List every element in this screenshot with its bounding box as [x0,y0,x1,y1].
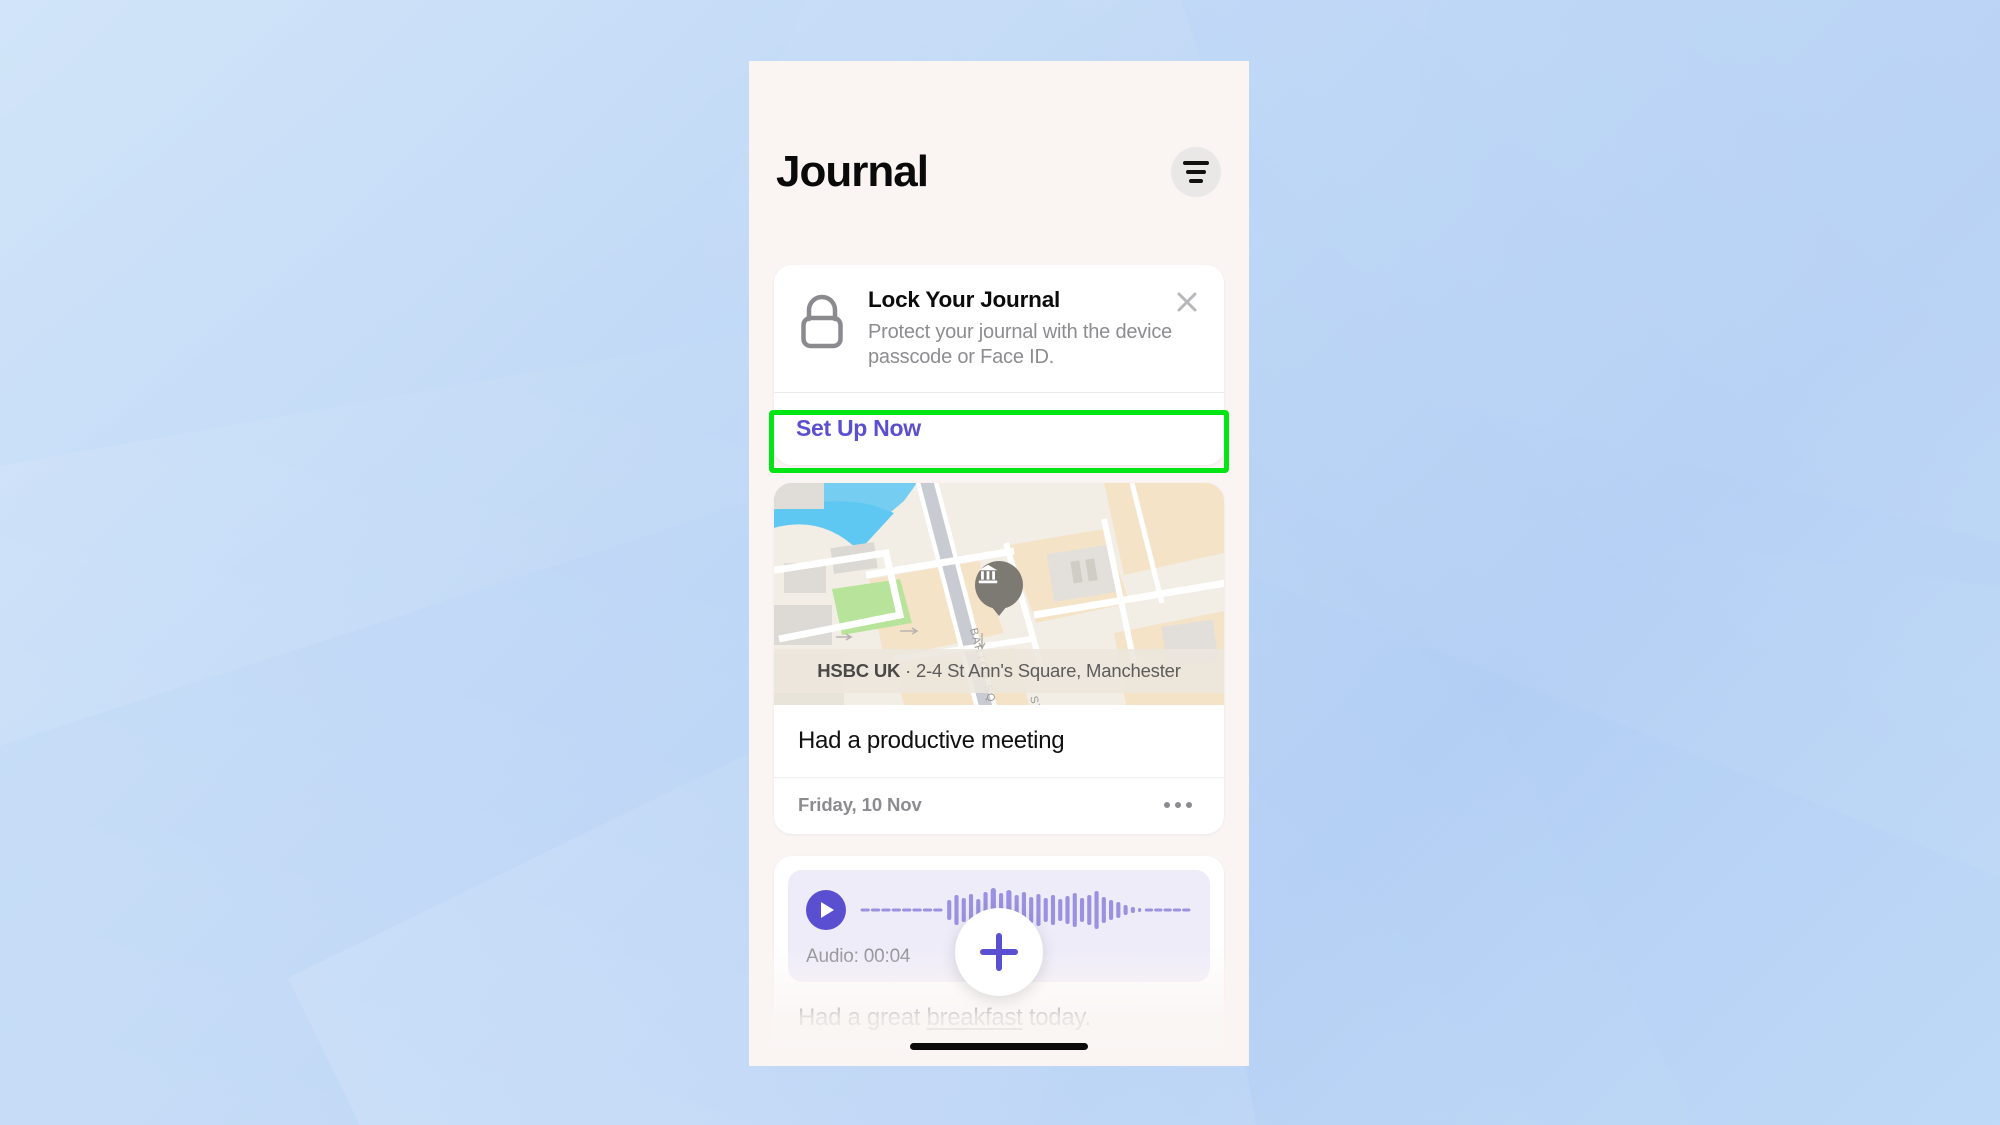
journal-entry-map[interactable]: BARTON SQ ST HSBC UK · 2-4 St Ann's Squa… [774,483,1224,835]
filter-line [1189,179,1203,183]
lock-banner-description: Protect your journal with the device pas… [868,321,1173,369]
map-caption-separator: · [900,660,916,682]
map-location-caption: HSBC UK · 2-4 St Ann's Square, Mancheste… [774,649,1224,694]
play-icon[interactable] [806,890,846,931]
lock-banner-title: Lock Your Journal [868,287,1061,312]
filter-line [1183,161,1209,165]
filter-lines-icon[interactable] [1171,147,1221,197]
filter-line [1186,170,1206,174]
ellipsis-icon[interactable] [1158,796,1198,814]
lock-icon [796,293,848,351]
page-title: Journal [776,147,929,196]
app-header: Journal [749,61,1249,197]
entry-title-prefix: Had a great [798,1004,927,1032]
plus-bar-vertical [996,933,1002,971]
home-indicator [910,1043,1088,1050]
lock-journal-banner: Lock Your Journal Protect your journal w… [769,265,1229,474]
map-preview[interactable]: BARTON SQ ST HSBC UK · 2-4 St Ann's Squa… [774,483,1224,706]
set-up-now-button[interactable]: Set Up Now [774,393,1224,466]
entry-footer: Friday, 10 Nov [774,777,1224,834]
entry-date: Friday, 10 Nov [798,794,922,816]
map-address: 2-4 St Ann's Square, Manchester [916,660,1181,682]
plus-icon[interactable] [955,908,1043,996]
bank-building-icon [975,561,1023,610]
ellipsis-dot [1186,802,1192,809]
entry-title: Had a productive meeting [798,727,1065,755]
ellipsis-dot [1175,802,1181,809]
phone-screen: Journal Lock Your Journal Protect your j… [749,61,1249,1066]
entry-title-underlined: breakfast [926,1004,1023,1032]
map-place-name: HSBC UK [817,660,901,682]
close-icon[interactable] [1170,285,1204,319]
entry-footer: Thursday, 9 Nov [774,1056,1224,1066]
entry-title-suffix: today. [1022,1004,1091,1032]
ellipsis-dot [1164,802,1170,809]
